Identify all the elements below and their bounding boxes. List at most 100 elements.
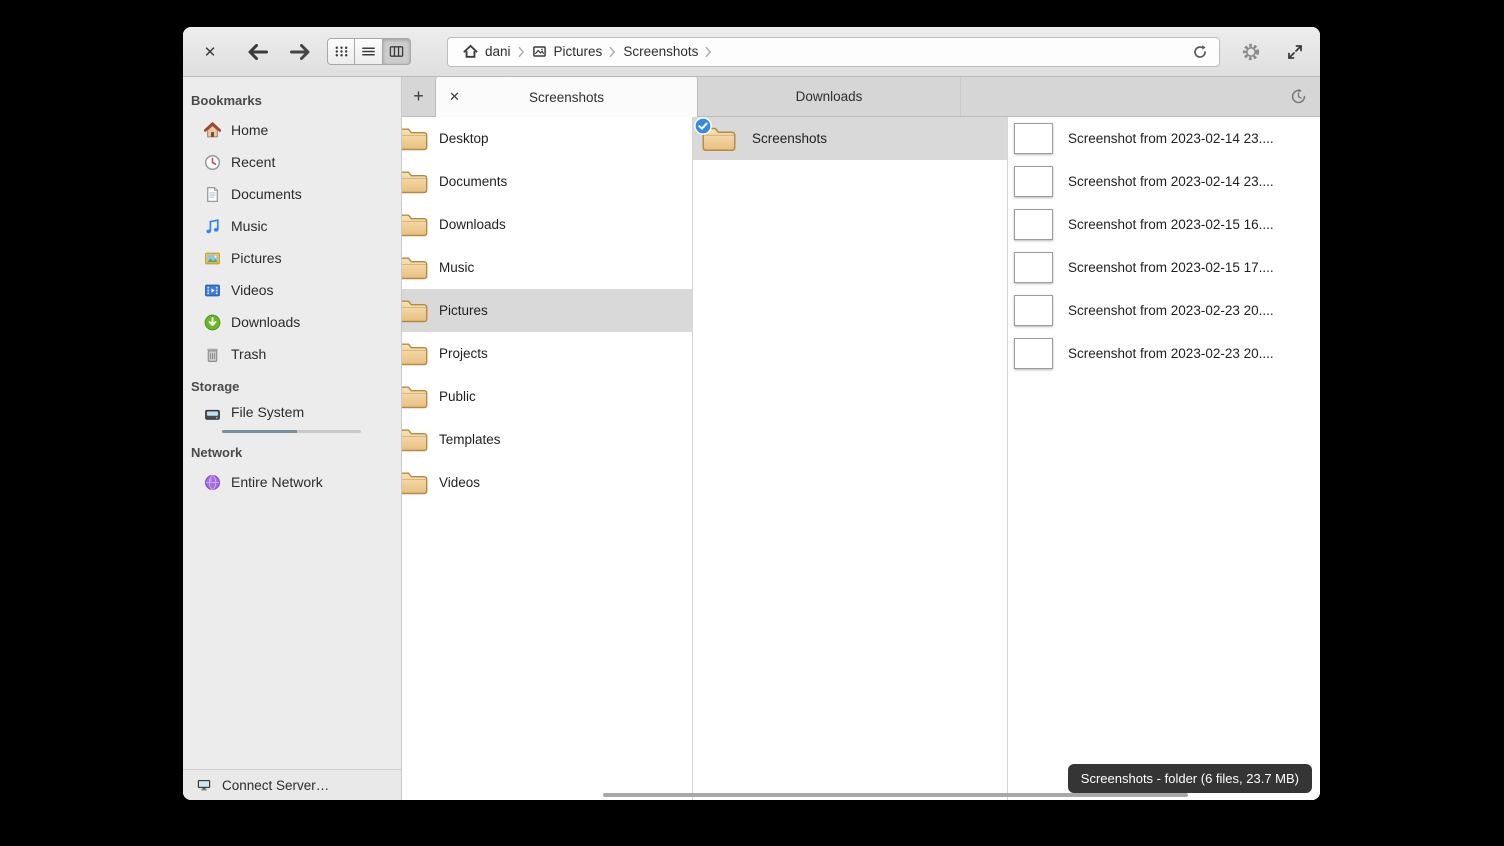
back-button[interactable] [243, 39, 273, 65]
back-arrow-icon [247, 44, 269, 60]
column-view-icon [389, 44, 404, 59]
sidebar-item-pictures[interactable]: Pictures [183, 242, 401, 274]
folder-row-downloads[interactable]: Downloads [402, 203, 692, 246]
refresh-icon [1192, 44, 1208, 60]
file-row[interactable]: Screenshot from 2023-02-23 20.... [1008, 332, 1320, 375]
folder-icon [402, 168, 431, 196]
file-row[interactable]: Screenshot from 2023-02-23 20.... [1008, 289, 1320, 332]
column-view-button[interactable] [383, 38, 411, 65]
sidebar-item-recent[interactable]: Recent [183, 146, 401, 178]
music-note-icon [204, 218, 221, 235]
sidebar-item-filesystem[interactable]: File System [183, 400, 401, 436]
folder-row-screenshots[interactable]: Screenshots [693, 117, 1007, 160]
folder-icon [402, 426, 431, 454]
sidebar-section-bookmarks: Bookmarks [183, 84, 401, 114]
folder-icon [402, 383, 431, 411]
sidebar-item-label: Videos [231, 282, 274, 298]
folder-row-public[interactable]: Public [402, 375, 692, 418]
sidebar-item-label: Trash [231, 346, 266, 362]
sidebar-item-home[interactable]: Home [183, 114, 401, 146]
column-pictures-parent: Desktop Documents Downloads Music [402, 117, 693, 800]
tab-screenshots[interactable]: ✕ Screenshots [435, 77, 698, 117]
forward-button[interactable] [285, 39, 315, 65]
sidebar-item-videos[interactable]: Videos [183, 274, 401, 306]
window-close-button[interactable]: ✕ [197, 43, 223, 61]
folder-icon [402, 254, 431, 282]
folder-row-music[interactable]: Music [402, 246, 692, 289]
view-switcher [327, 38, 411, 65]
headerbar: ✕ dani Pictures Screenshots [183, 27, 1320, 77]
file-row[interactable]: Screenshot from 2023-02-14 23.... [1008, 160, 1320, 203]
folder-row-projects[interactable]: Projects [402, 332, 692, 375]
breadcrumb-home[interactable]: dani [458, 44, 516, 59]
home-icon [463, 44, 478, 59]
grid-view-icon [334, 44, 349, 59]
sidebar-item-label: Documents [231, 186, 302, 202]
connect-server-button[interactable]: Connect Server… [183, 769, 401, 800]
list-view-button[interactable] [355, 38, 383, 65]
file-row[interactable]: Screenshot from 2023-02-15 16.... [1008, 203, 1320, 246]
chevron-right-icon [518, 45, 525, 59]
horizontal-scrollbar[interactable] [603, 793, 1188, 797]
fullscreen-button[interactable] [1280, 37, 1310, 67]
folder-row-pictures[interactable]: Pictures [402, 289, 692, 332]
settings-gear-button[interactable] [1236, 37, 1266, 67]
downloads-icon [204, 314, 221, 331]
forward-arrow-icon [289, 44, 311, 60]
server-monitor-icon [196, 777, 213, 794]
sidebar-item-label: Downloads [231, 314, 300, 330]
fullscreen-expand-icon [1287, 44, 1303, 60]
breadcrumb-screenshots[interactable]: Screenshots [618, 44, 703, 59]
sidebar-item-documents[interactable]: Documents [183, 178, 401, 210]
file-thumbnail [1014, 252, 1053, 283]
content-area: + ✕ Screenshots Downloads Desktop [402, 77, 1320, 800]
file-thumbnail [1014, 209, 1053, 240]
drive-icon [204, 406, 221, 423]
sidebar-item-label: Pictures [231, 250, 282, 266]
breadcrumb-pictures[interactable]: Pictures [527, 44, 608, 59]
sidebar-item-trash[interactable]: Trash [183, 338, 401, 370]
file-manager-window: ✕ dani Pictures Screenshots [183, 27, 1320, 800]
folder-row-templates[interactable]: Templates [402, 418, 692, 461]
breadcrumb-pictures-label: Pictures [554, 44, 603, 59]
sidebar-section-storage: Storage [183, 370, 401, 400]
gear-icon [1241, 42, 1261, 62]
refresh-button[interactable] [1187, 39, 1213, 65]
history-button[interactable] [1276, 77, 1320, 116]
disk-usage-fill [222, 430, 297, 433]
file-row[interactable]: Screenshot from 2023-02-14 23.... [1008, 117, 1320, 160]
folder-icon [402, 125, 431, 153]
sidebar-item-entire-network[interactable]: Entire Network [183, 466, 401, 498]
sidebar-item-label: Music [231, 218, 268, 234]
miller-columns: Desktop Documents Downloads Music [402, 117, 1320, 800]
folder-row-desktop[interactable]: Desktop [402, 117, 692, 160]
tab-bar: + ✕ Screenshots Downloads [402, 77, 1320, 117]
path-bar[interactable]: dani Pictures Screenshots [447, 37, 1220, 67]
sidebar-item-music[interactable]: Music [183, 210, 401, 242]
sidebar-section-network: Network [183, 436, 401, 466]
tab-close-button[interactable]: ✕ [449, 89, 460, 105]
folder-icon [402, 340, 431, 368]
pictures-icon [204, 250, 221, 267]
column-screenshots: Screenshot from 2023-02-14 23.... Screen… [1008, 117, 1320, 800]
folder-icon [402, 469, 431, 497]
file-thumbnail [1014, 338, 1053, 369]
home-icon [204, 122, 221, 139]
tab-label: Screenshots [529, 90, 604, 105]
new-tab-button[interactable]: + [402, 77, 435, 116]
sidebar-item-label: File System [231, 404, 304, 420]
grid-view-button[interactable] [327, 38, 355, 65]
file-row[interactable]: Screenshot from 2023-02-15 17.... [1008, 246, 1320, 289]
pictures-icon [532, 44, 547, 59]
recent-clock-icon [204, 154, 221, 171]
tab-downloads[interactable]: Downloads [698, 77, 961, 116]
file-thumbnail [1014, 295, 1053, 326]
folder-row-videos[interactable]: Videos [402, 461, 692, 504]
sidebar-item-label: Home [231, 122, 268, 138]
folder-row-documents[interactable]: Documents [402, 160, 692, 203]
network-globe-icon [204, 474, 221, 491]
column-pictures: Screenshots [693, 117, 1008, 800]
disk-usage-bar [222, 430, 361, 433]
history-clock-icon [1290, 88, 1307, 105]
sidebar-item-downloads[interactable]: Downloads [183, 306, 401, 338]
